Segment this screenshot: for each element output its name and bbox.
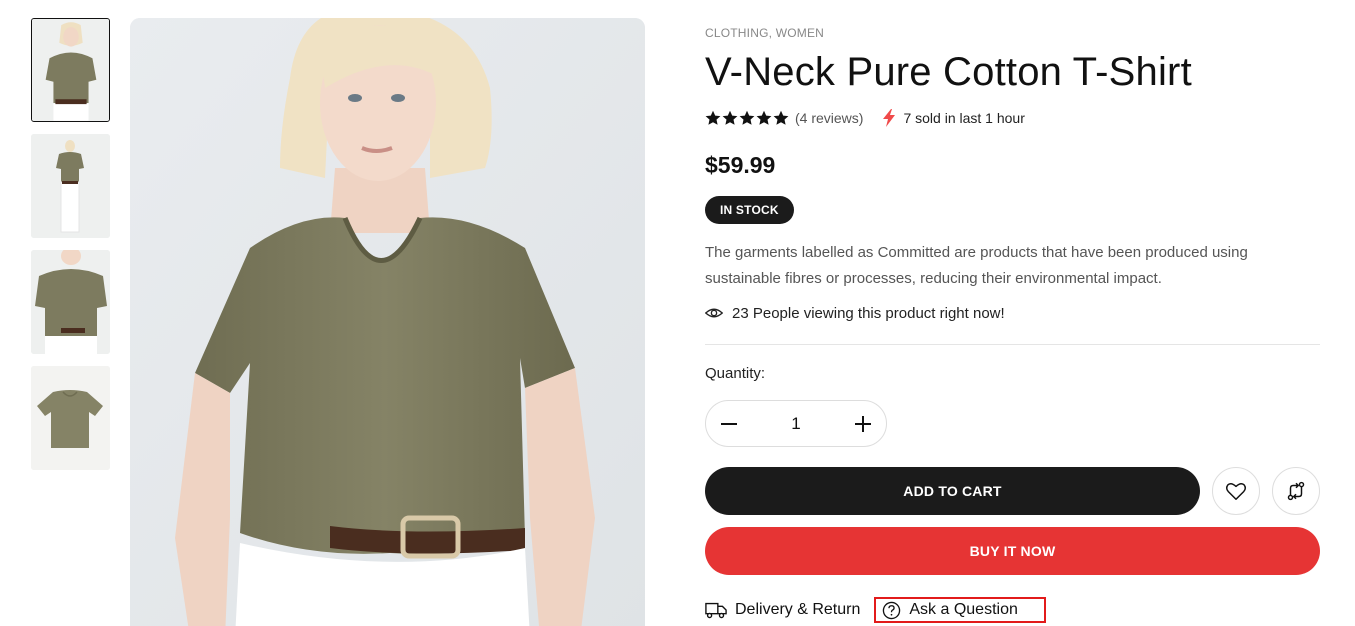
- star-icon: [773, 110, 789, 125]
- buy-it-now-button[interactable]: BUY IT NOW: [705, 527, 1320, 575]
- star-icon: [756, 110, 772, 125]
- delivery-return-label: Delivery & Return: [735, 601, 861, 618]
- star-icon: [739, 110, 755, 125]
- ask-question-link[interactable]: Ask a Question: [874, 597, 1046, 623]
- stock-badge: IN STOCK: [705, 196, 794, 224]
- breadcrumb-categories: CLOTHING, WOMEN: [705, 26, 824, 40]
- category-separator: ,: [768, 26, 776, 40]
- decrease-quantity-button[interactable]: [718, 413, 740, 435]
- thumbnail-list: [31, 18, 110, 482]
- section-divider: [705, 344, 1320, 345]
- rating-row: (4 reviews) 7 sold in last 1 hour: [705, 109, 1025, 127]
- main-product-image[interactable]: [130, 18, 645, 626]
- thumbnail-1[interactable]: [31, 18, 110, 122]
- lightning-icon: [883, 109, 896, 127]
- add-to-cart-button[interactable]: ADD TO CART: [705, 467, 1200, 515]
- question-icon: [883, 601, 901, 619]
- thumbnail-image-2: [31, 134, 110, 238]
- thumbnail-image-3: [31, 250, 110, 354]
- extra-links: Delivery & Return Ask a Question: [705, 597, 1046, 623]
- thumbnail-4[interactable]: [31, 366, 110, 470]
- product-description: The garments labelled as Committed are p…: [705, 244, 1248, 287]
- product-title: V-Neck Pure Cotton T-Shirt: [705, 50, 1192, 94]
- viewing-text: 23 People viewing this product right now…: [732, 304, 1005, 322]
- category-link-women[interactable]: WOMEN: [776, 26, 824, 40]
- heart-icon: [1225, 482, 1247, 500]
- delivery-return-link[interactable]: Delivery & Return: [705, 600, 860, 620]
- plus-icon: [855, 415, 871, 432]
- main-image-illustration: [130, 18, 645, 626]
- thumbnail-3[interactable]: [31, 250, 110, 354]
- thumbnail-image-4: [31, 366, 110, 470]
- star-icon: [722, 110, 738, 125]
- ask-question-label: Ask a Question: [909, 601, 1018, 618]
- thumbnail-image-1: [32, 19, 109, 121]
- compare-button[interactable]: [1272, 467, 1320, 515]
- sold-text: 7 sold in last 1 hour: [903, 110, 1025, 126]
- quantity-stepper: [705, 400, 887, 447]
- wishlist-button[interactable]: [1212, 467, 1260, 515]
- reviews-link[interactable]: (4 reviews): [795, 110, 863, 126]
- star-rating: [705, 110, 789, 126]
- quantity-input[interactable]: [766, 413, 826, 434]
- star-icon: [705, 110, 721, 125]
- minus-icon: [721, 422, 737, 425]
- sold-counter: 7 sold in last 1 hour: [881, 109, 1025, 127]
- compare-icon: [1287, 481, 1305, 501]
- eye-icon: [705, 308, 723, 318]
- product-price: $59.99: [705, 152, 776, 178]
- thumbnail-2[interactable]: [31, 134, 110, 238]
- increase-quantity-button[interactable]: [852, 413, 874, 435]
- truck-icon: [705, 602, 727, 619]
- category-link-clothing[interactable]: CLOTHING: [705, 26, 769, 40]
- quantity-label: Quantity:: [705, 365, 766, 382]
- live-viewers: 23 People viewing this product right now…: [705, 304, 1005, 322]
